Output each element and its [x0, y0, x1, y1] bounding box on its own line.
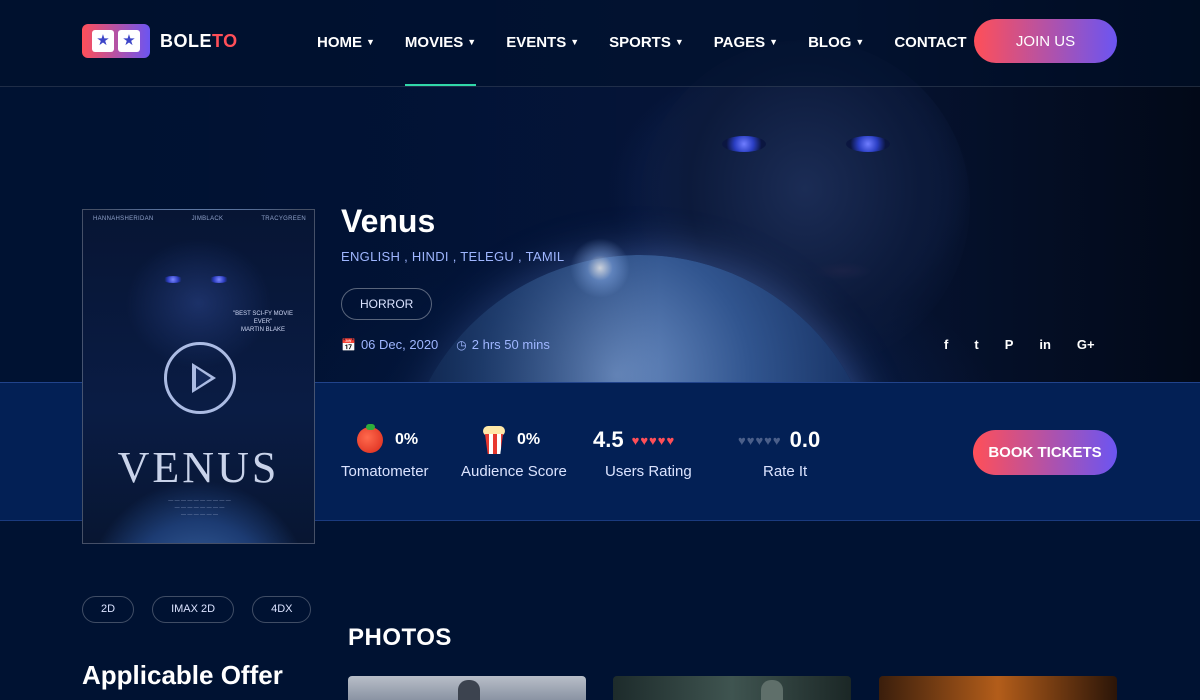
facebook-icon[interactable]: f — [944, 337, 948, 352]
nav-movies[interactable]: MOVIES ▼ — [404, 32, 477, 86]
heart-icon: ♥ — [631, 432, 640, 448]
heart-icon[interactable]: ♥ — [747, 433, 755, 448]
applicable-offer-heading: Applicable Offer — [82, 660, 283, 690]
duration: ◷ 2 hrs 50 mins — [456, 337, 550, 352]
heart-icon: ♥ — [657, 432, 666, 448]
release-date: 📅 06 Dec, 2020 — [341, 337, 439, 352]
clock-icon: ◷ — [456, 337, 467, 352]
format-options: 2D IMAX 2D 4DX — [82, 596, 329, 623]
genre-tag[interactable]: HORROR — [341, 288, 433, 320]
nav-events[interactable]: EVENTS ▼ — [506, 32, 579, 52]
nav-sports[interactable]: SPORTS ▼ — [609, 32, 684, 52]
chevron-down-icon: ▼ — [674, 37, 684, 47]
photo-thumbnail-3[interactable] — [879, 676, 1117, 700]
rate-it-hearts[interactable]: ♥ ♥ ♥ ♥ ♥ — [738, 433, 782, 448]
heart-icon: ♥ — [649, 432, 657, 448]
users-rating: 4.5 ♥ ♥ ♥ ♥ ♥ Users Rating — [593, 427, 692, 480]
google-plus-icon[interactable]: G+ — [1077, 337, 1095, 352]
play-trailer-icon[interactable] — [164, 342, 236, 414]
poster-tagline: "BEST SCI-FY MOVIE EVER" MARTIN BLAKE — [233, 311, 293, 333]
chevron-down-icon: ▼ — [769, 37, 779, 47]
heart-icon[interactable]: ♥ — [773, 433, 781, 448]
heart-icon[interactable]: ♥ — [764, 433, 772, 448]
rate-it: ♥ ♥ ♥ ♥ ♥ 0.0 Rate It — [738, 427, 821, 480]
heart-icon[interactable]: ♥ — [755, 433, 763, 448]
pinterest-icon[interactable]: P — [1005, 337, 1014, 352]
brand-logo[interactable]: ★ ★ BOLETO — [82, 24, 238, 58]
movie-title: Venus — [341, 203, 436, 239]
movie-languages: ENGLISH , HINDI , TELEGU , TAMIL — [341, 249, 565, 264]
poster-cast: HANNAHSHERIDAN JIMBLACK TRACYGREEN — [93, 216, 306, 222]
nav-home[interactable]: HOME ▼ — [317, 32, 375, 52]
heart-icon: ♥ — [666, 432, 675, 448]
poster-title: VENUS — [117, 443, 280, 492]
calendar-icon: 📅 — [341, 337, 356, 352]
chevron-down-icon: ▼ — [467, 37, 477, 47]
chevron-down-icon: ▼ — [366, 37, 375, 47]
format-imax-2d[interactable]: IMAX 2D — [152, 596, 235, 623]
format-4dx[interactable]: 4DX — [252, 596, 312, 623]
chevron-down-icon: ▼ — [855, 37, 865, 47]
photos-heading: PHOTOS — [348, 624, 452, 651]
poster-credits: — — — — — — — — — — — — — — — — — — — — — … — [168, 498, 231, 518]
users-rating-hearts: ♥ ♥ ♥ ♥ ♥ — [632, 433, 676, 448]
photo-thumbnail-1[interactable] — [348, 676, 586, 700]
nav-pages[interactable]: PAGES ▼ — [714, 32, 778, 52]
site-header: ★ ★ BOLETO HOME ▼ MOVIES ▼ EVENTS ▼ SPORTS ▼… — [0, 0, 1200, 87]
movie-meta: 📅 06 Dec, 2020 ◷ 2 hrs 50 mins — [341, 337, 568, 352]
audience-score: 0% Audience Score — [461, 425, 567, 480]
heart-icon[interactable]: ♥ — [738, 433, 746, 448]
linkedin-icon[interactable]: in — [1039, 337, 1051, 352]
photo-thumbnail-2[interactable] — [613, 676, 851, 700]
format-2d[interactable]: 2D — [82, 596, 135, 623]
social-links: f t P in G+ — [944, 337, 1121, 352]
chevron-down-icon: ▼ — [570, 37, 580, 47]
brand-name: BOLETO — [160, 30, 238, 51]
tomato-icon — [357, 424, 383, 453]
heart-icon: ♥ — [640, 432, 649, 448]
movie-poster[interactable]: HANNAHSHERIDAN JIMBLACK TRACYGREEN "BEST… — [82, 209, 315, 544]
ticket-stars-icon: ★ ★ — [82, 24, 150, 58]
tomatometer: 0% Tomatometer — [341, 424, 429, 480]
popcorn-icon — [483, 426, 505, 454]
main-nav: HOME ▼ MOVIES ▼ EVENTS ▼ SPORTS ▼ PAGES ▼ BLO… — [317, 32, 997, 86]
join-us-button[interactable]: JOIN US — [974, 19, 1117, 63]
book-tickets-button[interactable]: BOOK TICKETS — [973, 430, 1117, 475]
twitter-icon[interactable]: t — [974, 337, 978, 352]
nav-contact[interactable]: CONTACT — [894, 32, 966, 52]
nav-blog[interactable]: BLOG ▼ — [808, 32, 864, 52]
